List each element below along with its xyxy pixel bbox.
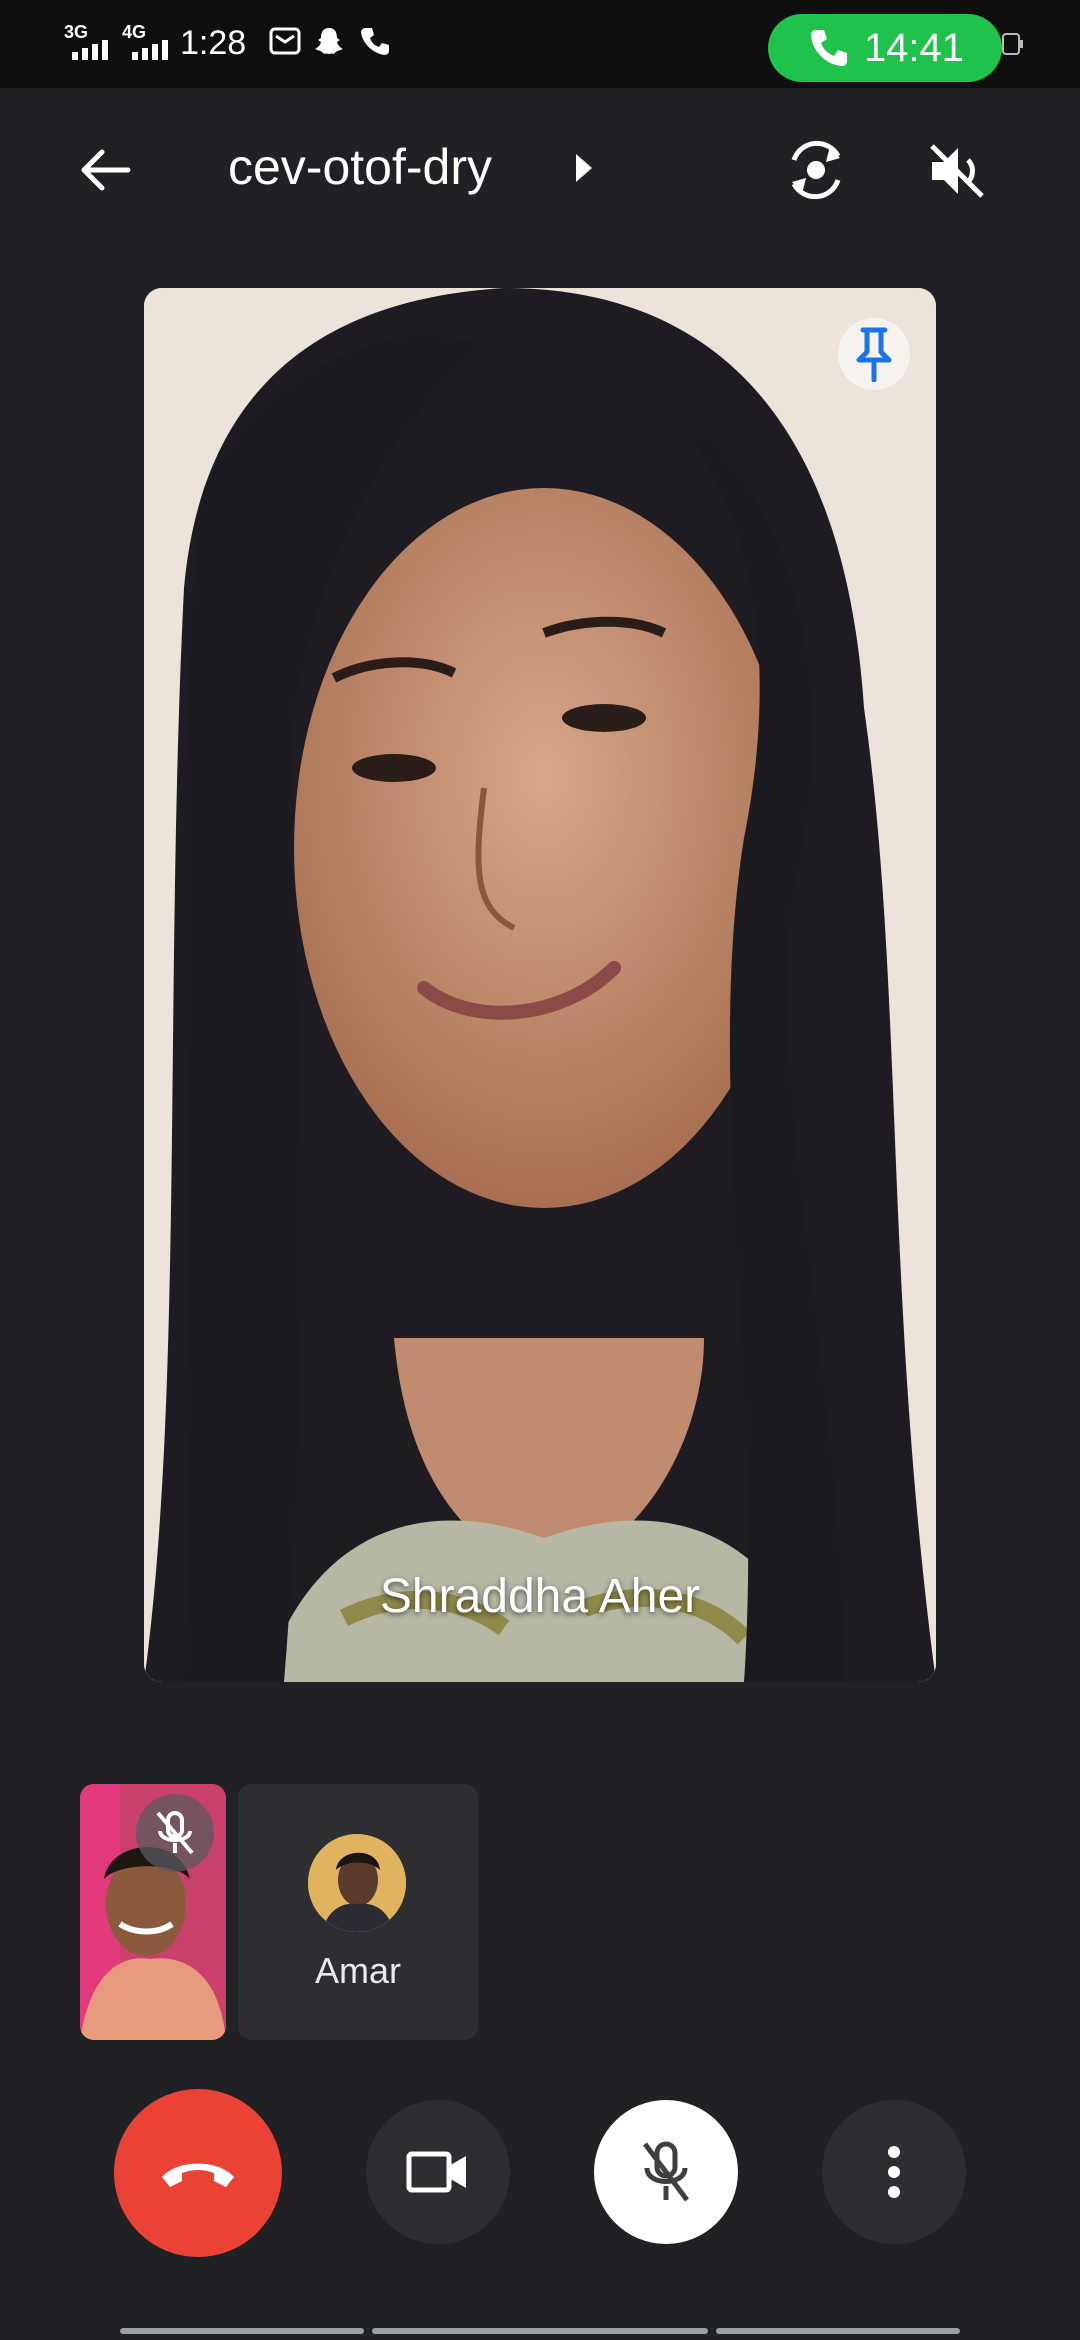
pin-button[interactable] bbox=[838, 318, 910, 390]
nav-gesture-bar bbox=[372, 2328, 708, 2334]
meeting-code[interactable]: cev-otof-dry bbox=[228, 138, 492, 196]
main-participant-video[interactable]: Shraddha Aher bbox=[144, 288, 936, 1682]
signal-bars-icon bbox=[132, 40, 168, 60]
ongoing-call-pill[interactable]: 14:41 bbox=[768, 14, 1002, 82]
self-preview-tile[interactable] bbox=[80, 1784, 226, 2040]
clock: 1:28 bbox=[180, 24, 247, 62]
speaker-off-icon[interactable] bbox=[924, 138, 990, 204]
more-vert-icon bbox=[888, 2146, 900, 2198]
phone-notification-icon bbox=[361, 28, 389, 55]
avatar-image bbox=[308, 1834, 406, 1932]
status-bar: 3G 4G 1:28 14:41 bbox=[0, 0, 1080, 88]
participant-tile-amar[interactable]: Amar bbox=[238, 1784, 478, 2040]
nav-gesture-bar bbox=[120, 2328, 364, 2334]
battery-icon bbox=[1002, 33, 1023, 55]
nav-gesture-bar bbox=[716, 2328, 960, 2334]
chevron-right-icon[interactable] bbox=[572, 150, 596, 186]
participant-name: Shraddha Aher bbox=[379, 1570, 701, 1623]
videocam-icon bbox=[406, 2151, 466, 2193]
self-mic-muted-badge bbox=[136, 1794, 214, 1872]
mic-off-icon bbox=[643, 2141, 689, 2202]
participant-video-feed bbox=[144, 288, 936, 1682]
message-notification-icon bbox=[269, 27, 301, 55]
signal-bars-icon bbox=[72, 40, 108, 60]
more-options-button[interactable] bbox=[822, 2100, 966, 2244]
participant-name: Amar bbox=[314, 1950, 401, 1991]
camera-toggle-button[interactable] bbox=[366, 2100, 510, 2244]
end-call-button[interactable] bbox=[114, 2089, 282, 2257]
avatar bbox=[308, 1834, 406, 1932]
pin-icon bbox=[856, 327, 892, 382]
phone-icon bbox=[810, 30, 847, 66]
mic-off-icon bbox=[156, 1811, 194, 1855]
flip-camera-icon[interactable] bbox=[782, 136, 850, 204]
snapchat-notification-icon bbox=[315, 28, 343, 54]
back-arrow-icon[interactable] bbox=[76, 140, 136, 200]
call-end-icon bbox=[162, 2163, 234, 2187]
mic-toggle-button[interactable] bbox=[594, 2100, 738, 2244]
call-timer: 14:41 bbox=[863, 25, 965, 70]
